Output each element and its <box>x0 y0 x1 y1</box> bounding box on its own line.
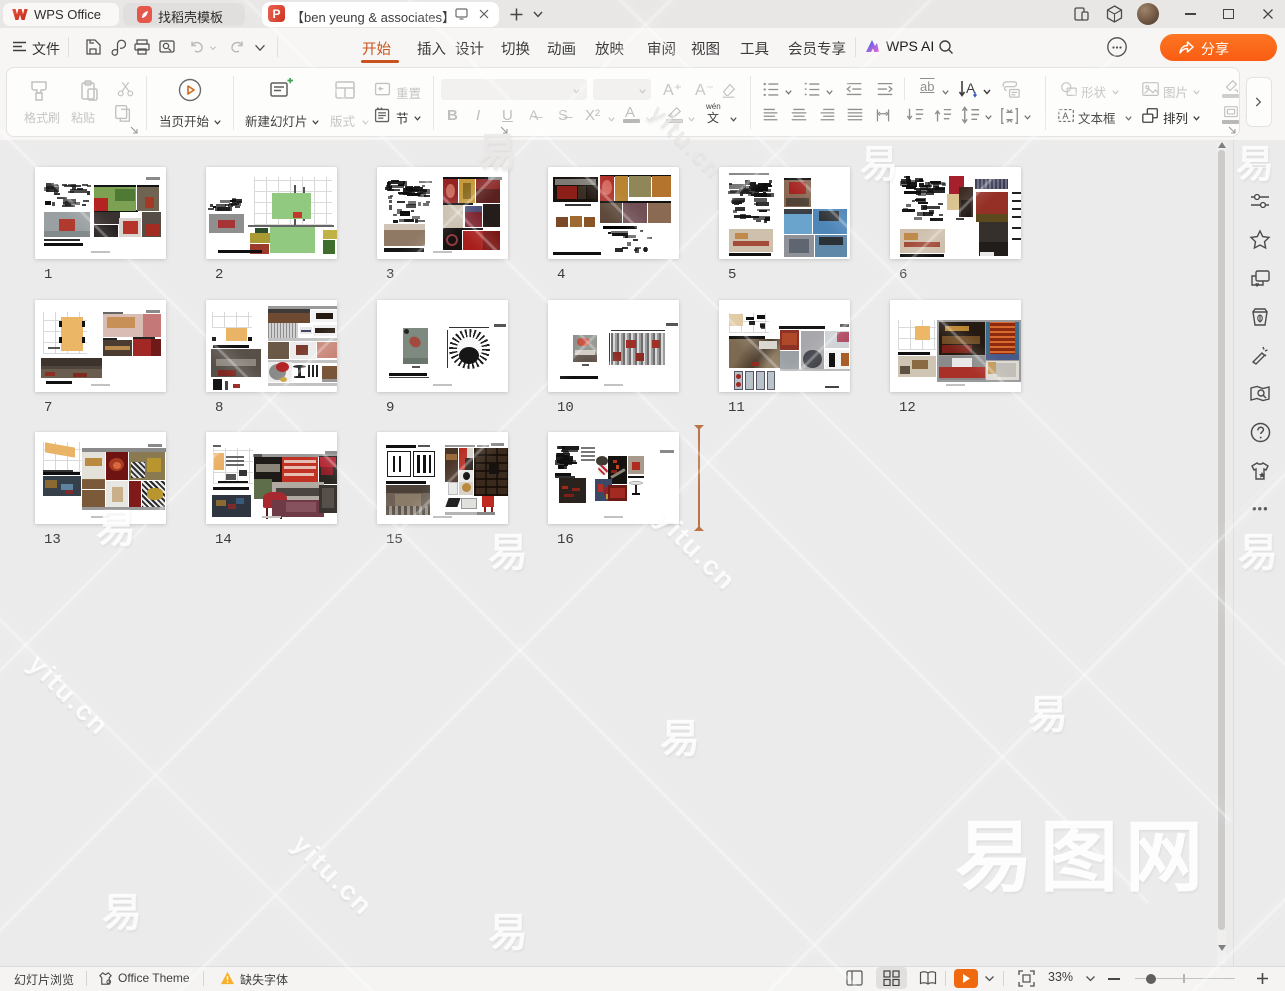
svg-text:A: A <box>1062 111 1068 121</box>
